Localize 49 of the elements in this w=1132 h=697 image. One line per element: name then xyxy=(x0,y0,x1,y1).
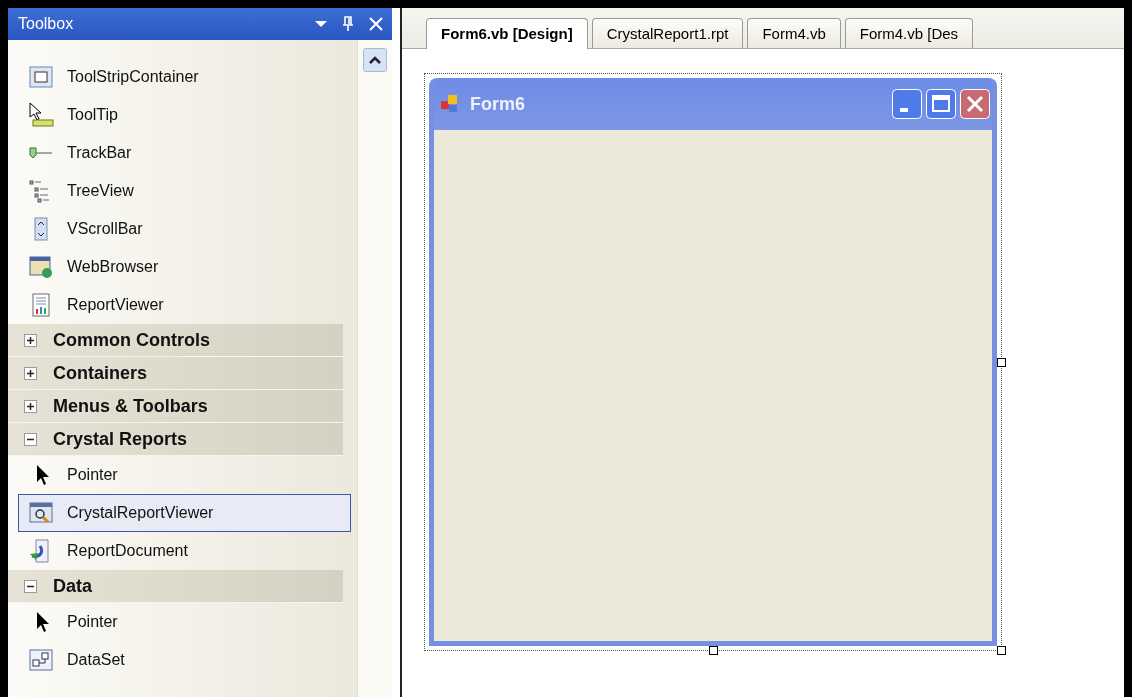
expander-icon[interactable] xyxy=(24,579,37,593)
close-icon[interactable] xyxy=(960,89,990,119)
resize-handle[interactable] xyxy=(997,358,1006,367)
toolbox-item[interactable]: WebBrowser xyxy=(18,248,351,286)
toolbox-category[interactable]: Containers xyxy=(8,357,343,390)
resize-handle[interactable] xyxy=(997,646,1006,655)
form-title: Form6 xyxy=(470,93,525,115)
scroll-up-button[interactable] xyxy=(363,48,387,72)
toolbox-item[interactable]: ReportViewer xyxy=(18,286,351,324)
toolbox-item[interactable]: CrystalReportViewer xyxy=(18,494,351,532)
expander-icon[interactable] xyxy=(24,366,37,380)
maximize-icon[interactable] xyxy=(926,89,956,119)
toolbox-category[interactable]: Menus & Toolbars xyxy=(8,390,343,423)
category-label: Data xyxy=(53,575,92,597)
toolbox-item[interactable]: Pointer xyxy=(18,603,351,641)
form-icon xyxy=(440,94,460,114)
expander-icon[interactable] xyxy=(24,432,37,446)
toolbox-title: Toolbox xyxy=(18,15,75,33)
document-tab[interactable]: Form4.vb xyxy=(747,18,841,48)
dropdown-icon[interactable] xyxy=(314,20,328,28)
toolbox-item[interactable]: TreeView xyxy=(18,172,351,210)
minimize-icon[interactable] xyxy=(892,89,922,119)
category-label: Crystal Reports xyxy=(53,428,188,450)
toolbox-item[interactable]: ToolTip xyxy=(18,96,351,134)
toolbox-item[interactable]: DataSet xyxy=(18,641,351,679)
resize-handle[interactable] xyxy=(709,646,718,655)
category-label: Menus & Toolbars xyxy=(53,395,208,417)
toolbox-item[interactable]: ReportDocument xyxy=(18,532,351,570)
pointer-tooltip-icon xyxy=(27,102,55,128)
toolbox-item[interactable]: ToolStripContainer xyxy=(18,58,351,96)
browser-icon xyxy=(28,254,54,280)
frame-icon xyxy=(28,64,54,90)
toolbox-category[interactable]: Data xyxy=(8,570,343,603)
toolbox-category[interactable]: Crystal Reports xyxy=(8,423,343,456)
document-tab[interactable]: CrystalReport1.rpt xyxy=(591,18,744,48)
toolbox-category[interactable]: Common Controls xyxy=(8,324,343,357)
viewer-icon xyxy=(28,500,54,526)
dataset-icon xyxy=(28,647,54,673)
document-tab[interactable]: Form4.vb [Des xyxy=(844,18,974,48)
toolbox-item[interactable]: TrackBar xyxy=(18,134,351,172)
category-label: Common Controls xyxy=(53,329,210,351)
close-icon[interactable] xyxy=(368,16,384,32)
toolbox-item[interactable]: Pointer xyxy=(18,456,351,494)
toolbox-item[interactable]: VScrollBar xyxy=(18,210,351,248)
expander-icon[interactable] xyxy=(24,399,37,413)
expander-icon[interactable] xyxy=(24,333,37,347)
category-label: Containers xyxy=(53,362,148,384)
document-tab[interactable]: Form6.vb [Design] xyxy=(426,18,588,49)
pin-icon[interactable] xyxy=(342,16,354,32)
